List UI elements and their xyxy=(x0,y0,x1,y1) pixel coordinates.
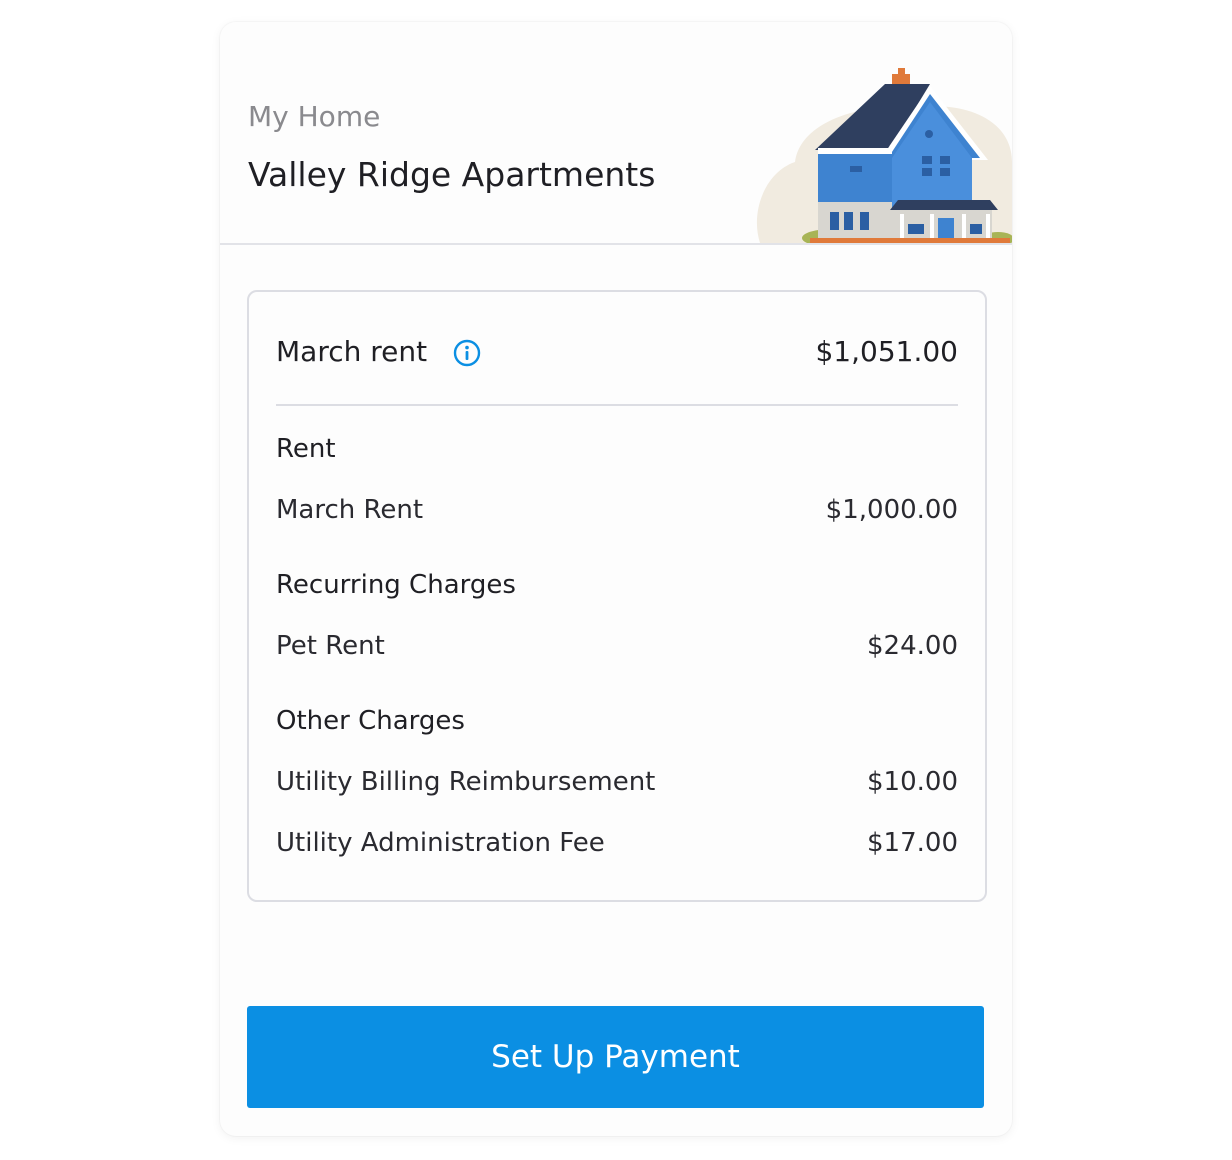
divider xyxy=(276,404,958,406)
line-item-amount: $17.00 xyxy=(867,828,958,858)
section-eyebrow: My Home xyxy=(248,100,381,133)
line-item-label: Utility Billing Reimbursement xyxy=(276,767,656,797)
section-title-rent: Rent xyxy=(276,434,336,464)
rent-total-row: March rent $1,051.00 xyxy=(276,332,958,372)
line-item-utility-billing: Utility Billing Reimbursement $10.00 xyxy=(276,765,958,799)
rent-total-label: March rent xyxy=(276,335,428,368)
card-header: My Home Valley Ridge Apartments xyxy=(220,22,1012,245)
rent-card: My Home Valley Ridge Apartments March re… xyxy=(220,22,1012,1136)
set-up-payment-button[interactable]: Set Up Payment xyxy=(247,1006,984,1108)
line-item-label: March Rent xyxy=(276,495,424,525)
rent-total-amount: $1,051.00 xyxy=(815,335,958,368)
section-title-recurring: Recurring Charges xyxy=(276,570,516,600)
charges-panel: March rent $1,051.00 Rent March Rent $1,… xyxy=(247,290,987,902)
info-icon[interactable] xyxy=(453,339,481,367)
property-name: Valley Ridge Apartments xyxy=(248,155,656,194)
line-item-utility-admin-fee: Utility Administration Fee $17.00 xyxy=(276,826,958,860)
line-item-label: Pet Rent xyxy=(276,631,385,661)
line-item-pet-rent: Pet Rent $24.00 xyxy=(276,629,958,663)
house-illustration xyxy=(756,68,1012,243)
section-title-other: Other Charges xyxy=(276,706,465,736)
line-item-march-rent: March Rent $1,000.00 xyxy=(276,493,958,527)
line-item-amount: $10.00 xyxy=(867,767,958,797)
line-item-amount: $24.00 xyxy=(867,631,958,661)
line-item-label: Utility Administration Fee xyxy=(276,828,605,858)
line-item-amount: $1,000.00 xyxy=(825,495,958,525)
